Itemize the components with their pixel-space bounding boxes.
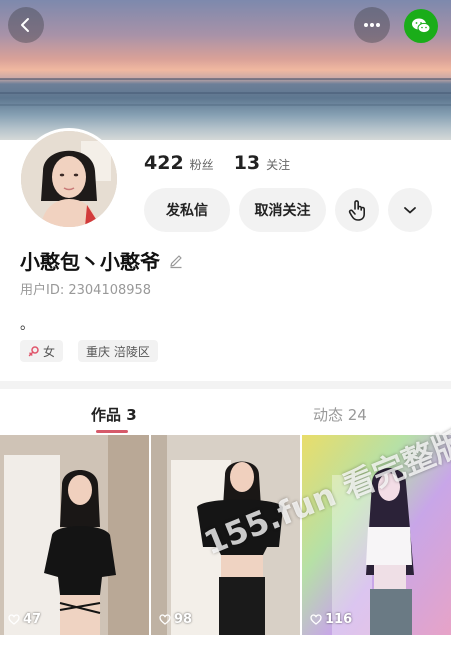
bio: 。 (20, 317, 34, 333)
avatar[interactable] (18, 128, 120, 230)
followers-count[interactable]: 422 (144, 152, 184, 174)
avatar-image (21, 131, 117, 227)
video-thumbnail[interactable]: 47 (0, 435, 149, 635)
section-divider (0, 381, 451, 389)
heart-icon (310, 614, 322, 625)
poke-button[interactable] (335, 188, 379, 232)
tab-works-label: 作品 3 (91, 406, 137, 424)
video-likes-count: 98 (174, 612, 193, 627)
back-button[interactable] (8, 7, 44, 43)
profile-stats: 422 粉丝 13 关注 (144, 152, 310, 174)
user-id: 用户ID: 2304108958 (20, 283, 152, 298)
message-button-label: 发私信 (166, 203, 208, 219)
video-likes: 47 (8, 612, 41, 627)
wechat-icon (412, 18, 431, 34)
more-button[interactable] (354, 7, 390, 43)
tab-active-indicator (96, 430, 128, 433)
gender-tag: 女 (20, 340, 64, 362)
nickname-row: 小憨包丶小憨爷 (20, 246, 184, 275)
following-label[interactable]: 关注 (266, 156, 290, 173)
location-tag: 重庆 涪陵区 (78, 340, 158, 362)
heart-icon (8, 614, 20, 625)
chevron-down-icon (404, 207, 416, 214)
banner-wave (0, 92, 451, 94)
bottom-spacer (0, 635, 451, 652)
video-likes-count: 116 (325, 612, 353, 627)
followers-label[interactable]: 粉丝 (190, 156, 214, 173)
expand-button[interactable] (388, 188, 432, 232)
video-thumbnail-image (0, 435, 149, 635)
following-count[interactable]: 13 (234, 152, 260, 174)
video-likes-count: 47 (23, 612, 42, 627)
video-likes: 116 (310, 612, 352, 627)
chevron-left-icon (21, 18, 29, 32)
tab-activity-label: 动态 24 (313, 406, 367, 424)
unfollow-button[interactable]: 取消关注 (239, 188, 326, 232)
tab-activity[interactable]: 动态 24 (313, 404, 367, 425)
nickname: 小憨包丶小憨爷 (20, 250, 160, 274)
location-label: 重庆 涪陵区 (86, 344, 150, 359)
gender-label: 女 (43, 344, 56, 359)
video-likes: 98 (159, 612, 192, 627)
unfollow-button-label: 取消关注 (254, 203, 311, 219)
hand-pointer-icon (348, 200, 365, 221)
banner-wave (0, 104, 451, 106)
pencil-icon[interactable] (168, 253, 184, 269)
tab-works[interactable]: 作品 3 (91, 404, 137, 425)
message-button[interactable]: 发私信 (144, 188, 230, 232)
heart-icon (159, 614, 171, 625)
female-icon (28, 346, 39, 357)
more-horizontal-icon (364, 23, 380, 27)
banner-horizon (0, 78, 451, 80)
wechat-share-button[interactable] (404, 9, 438, 43)
